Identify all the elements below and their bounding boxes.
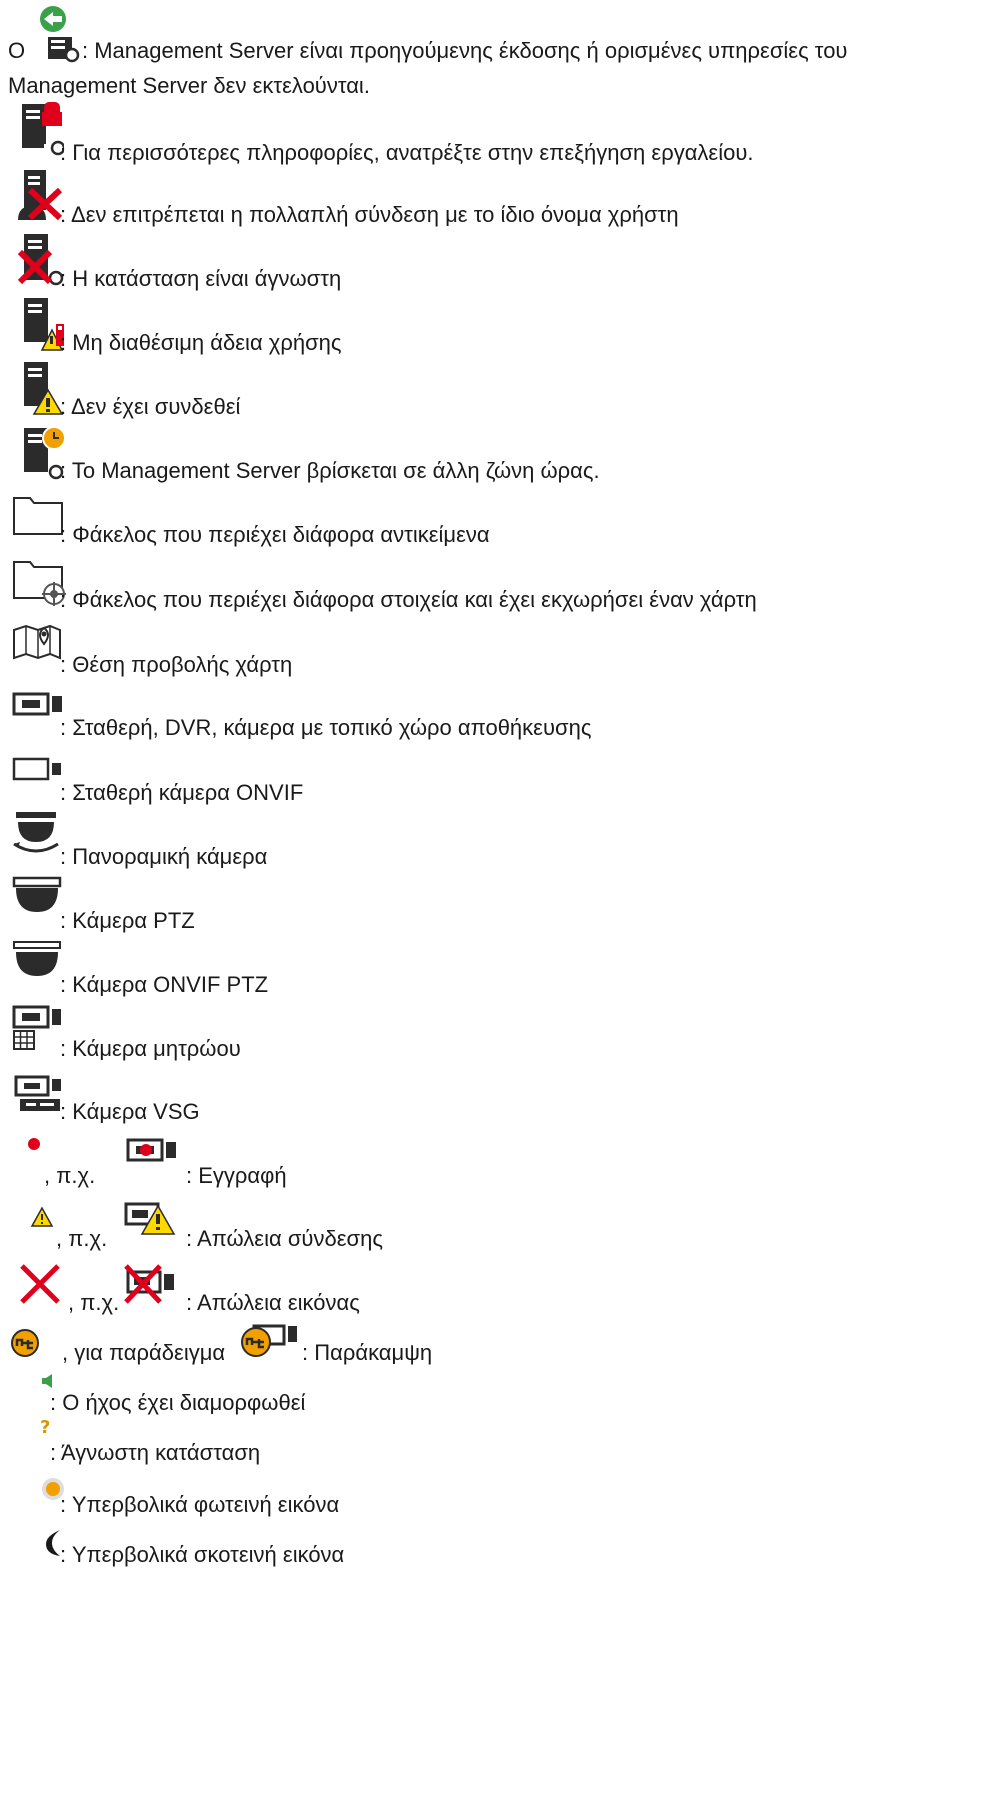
row-text: : Για περισσότερες πληροφορίες, ανατρέξτ… (60, 140, 754, 165)
row-text: : Management Server είναι προηγούμενης έ… (82, 38, 848, 63)
bypass-icon (11, 1329, 39, 1357)
server-unknown-state-icon (17, 234, 64, 286)
row-text: : Κάμερα VSG (60, 1099, 200, 1124)
server-user-multi-login-denied-icon (18, 170, 63, 221)
row-text: : Απώλεια εικόνας (186, 1290, 360, 1315)
row-text: : Άγνωστη κατάσταση (50, 1440, 261, 1465)
row-text: : Μη διαθέσιμη άδεια χρήσης (60, 330, 342, 355)
camera-image-lost-icon (124, 1264, 174, 1304)
ptz-camera-icon (12, 876, 62, 912)
row-text: : Το Management Server βρίσκεται σε άλλη… (60, 458, 600, 483)
panoramic-camera-icon (13, 812, 59, 853)
map-view-position-icon (13, 624, 61, 660)
row-text: Management Server δεν εκτελούνται. (8, 73, 370, 98)
row-text: : Κάμερα PTZ (60, 908, 195, 933)
svg-text:?: ? (40, 1417, 50, 1436)
folder-icon (13, 497, 63, 535)
server-no-license-icon (24, 298, 64, 351)
fixed-camera-icon (12, 692, 62, 716)
matrix-camera-icon (12, 1005, 61, 1050)
row-prefix-text: Ο (8, 38, 26, 63)
camera-recording-icon (126, 1138, 176, 1162)
row-text: : Κάμερα ONVIF PTZ (60, 972, 269, 997)
row-text: : Υπερβολικά φωτεινή εικόνα (60, 1492, 340, 1517)
example-separator-text: , για παράδειγμα (62, 1340, 226, 1365)
row-text: : Υπερβολικά σκοτεινή εικόνα (60, 1542, 345, 1567)
row-text: : Παράκαμψη (302, 1340, 433, 1365)
red-x-icon (20, 1264, 60, 1304)
question-mark-icon: ? (40, 1417, 50, 1436)
row-text: : Σταθερή κάμερα ONVIF (60, 780, 304, 805)
server-not-connected-icon (24, 362, 64, 415)
row-text: : Κάμερα μητρώου (60, 1036, 241, 1061)
recording-dot-icon (28, 1138, 40, 1150)
camera-connection-lost-icon (124, 1202, 176, 1235)
row-text: : Εγγραφή (186, 1163, 287, 1188)
row-text: : Φάκελος που περιέχει διάφορα αντικείμε… (60, 522, 490, 547)
row-text: : Φάκελος που περιέχει διάφορα στοιχεία … (60, 587, 757, 612)
row-text: : Δεν επιτρέπεται η πολλαπλή σύνδεση με … (60, 202, 679, 227)
example-separator-text: , π.χ. (68, 1290, 120, 1315)
row-text: : Πανοραμική κάμερα (60, 844, 268, 869)
onvif-ptz-camera-icon (13, 941, 61, 976)
row-text: : Απώλεια σύνδεσης (186, 1226, 383, 1251)
example-separator-text: , π.χ. (44, 1163, 96, 1188)
row-text: : Σταθερή, DVR, κάμερα με τοπικό χώρο απ… (60, 715, 592, 740)
server-legacy-icon (40, 6, 80, 63)
row-text: : Ο ήχος έχει διαμορφωθεί (50, 1390, 306, 1415)
server-info-lock-icon (22, 102, 64, 156)
warning-icon (30, 1206, 54, 1227)
folder-map-icon (13, 561, 66, 606)
row-text: : Η κατάσταση είναι άγνωστη (60, 266, 342, 291)
server-timezone-icon (24, 426, 66, 480)
example-separator-text: , π.χ. (56, 1226, 108, 1251)
audio-speaker-icon (42, 1374, 52, 1388)
camera-bypass-icon (241, 1324, 297, 1357)
onvif-fixed-camera-icon (12, 757, 61, 781)
row-text: : Δεν έχει συνδεθεί (60, 394, 241, 419)
row-text: : Θέση προβολής χάρτη (60, 652, 293, 677)
